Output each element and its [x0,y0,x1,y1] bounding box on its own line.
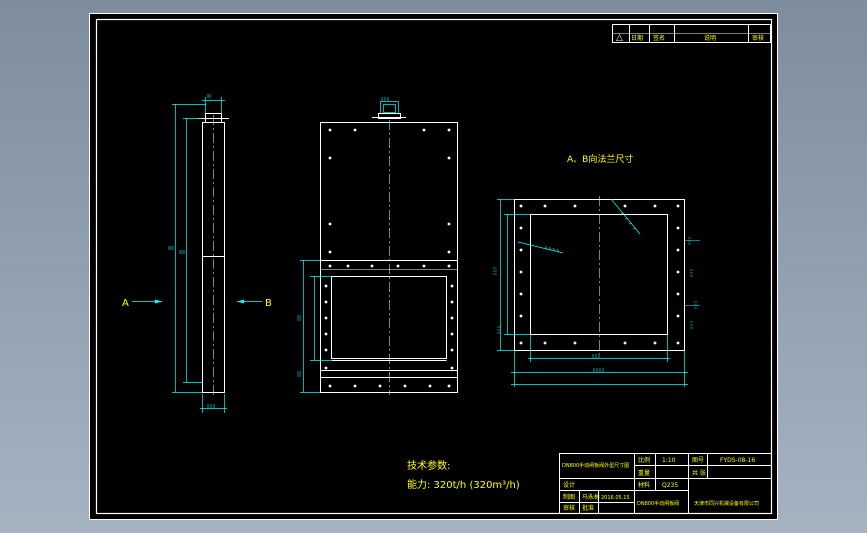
title-drawing-no-value: FYDS-08-16 [720,457,755,464]
bolt-mark [543,204,547,208]
drawing-canvas[interactable]: △ 日期 签名 说明 审核 A B A、B向法兰尺寸 技术参数: 能力: 320… [0,0,867,533]
title-sheet-label: 共 张 [692,469,706,477]
bolt-mark [447,264,451,268]
bolt-mark [328,384,332,388]
bolt-mark [428,384,432,388]
title-part-name: DN800手动闸板阀 [637,500,679,507]
title-scale-label: 比例 [638,456,650,464]
bolt-mark [519,270,523,274]
bolt-mark [676,204,680,208]
front-view [297,97,458,395]
bolt-mark [450,300,454,304]
revision-symbol: △ [616,33,623,43]
front-view-bolts [324,128,454,388]
bolt-mark [328,250,332,254]
bolt-mark [450,332,454,336]
bolt-mark [328,222,332,226]
bolt-mark [676,314,680,318]
bolt-mark [447,250,451,254]
title-drawn-label: 制图 [563,493,575,501]
revision-sign-header: 签名 [653,34,665,42]
bolt-mark [519,248,523,252]
revision-content-header: 说明 [704,34,716,42]
bolt-mark [447,156,451,160]
title-company: 天津市同兴机械设备有限公司 [694,500,759,507]
bolt-mark [353,128,357,132]
title-date: 2016.05.15 [601,495,630,501]
flange-view [493,196,700,387]
bolt-mark [324,316,328,320]
outer-frame [89,13,778,520]
title-scale-value: 1:10 [662,457,676,464]
bolt-mark [328,264,332,268]
bolt-mark [519,341,523,345]
section-label-b: B [265,298,272,309]
title-material-label: 材料 [638,481,650,489]
bolt-mark [519,314,523,318]
revision-date-header: 日期 [631,34,643,42]
bolt-mark [519,292,523,296]
tech-params-capacity: 能力: 320t/h (320m³/h) [407,478,520,491]
bolt-mark [447,384,451,388]
title-drawing-no-label: 图号 [692,457,704,464]
bolt-mark [324,366,328,370]
bolt-mark [653,341,657,345]
side-view [132,94,262,413]
bolt-mark [346,264,350,268]
title-approved-label: 批准 [582,504,594,512]
bolt-mark [450,348,454,352]
flange-view-title: A、B向法兰尺寸 [567,153,633,165]
bolt-mark [450,316,454,320]
bolt-mark [573,204,577,208]
bolt-mark [573,341,577,345]
bolt-mark [324,332,328,336]
title-drawn-by: 马永彬 [582,493,600,501]
bolt-mark [450,366,454,370]
bolt-mark [324,300,328,304]
bolt-mark [676,248,680,252]
title-material-value: Q235 [662,482,678,489]
bolt-mark [447,222,451,226]
bolt-mark [623,341,627,345]
bolt-mark [328,156,332,160]
title-product-name: DN800手动闸板阀外型尺寸图 [562,462,629,469]
inner-frame [95,18,773,515]
bolt-mark [353,384,357,388]
bolt-mark [519,204,523,208]
bolt-mark [676,292,680,296]
bolt-mark [370,264,374,268]
bolt-mark [519,226,523,230]
title-designed-label: 设计 [563,481,575,489]
bolt-mark [447,128,451,132]
bolt-mark [543,341,547,345]
title-checked-label: 审核 [563,504,575,512]
bolt-mark [676,226,680,230]
tech-params-title: 技术参数: [407,459,450,472]
revision-approve-header: 审核 [752,34,764,42]
bolt-mark [676,270,680,274]
bolt-mark [676,341,680,345]
title-weight-label: 重量 [638,469,650,477]
bolt-mark [378,384,382,388]
bolt-mark [396,264,400,268]
bolt-mark [422,128,426,132]
section-label-a: A [122,298,129,309]
bolt-mark [324,348,328,352]
bolt-mark [324,284,328,288]
bolt-mark [403,384,407,388]
bolt-mark [623,204,627,208]
bolt-mark [450,284,454,288]
bolt-mark [653,204,657,208]
bolt-mark [422,264,426,268]
bolt-mark [328,128,332,132]
